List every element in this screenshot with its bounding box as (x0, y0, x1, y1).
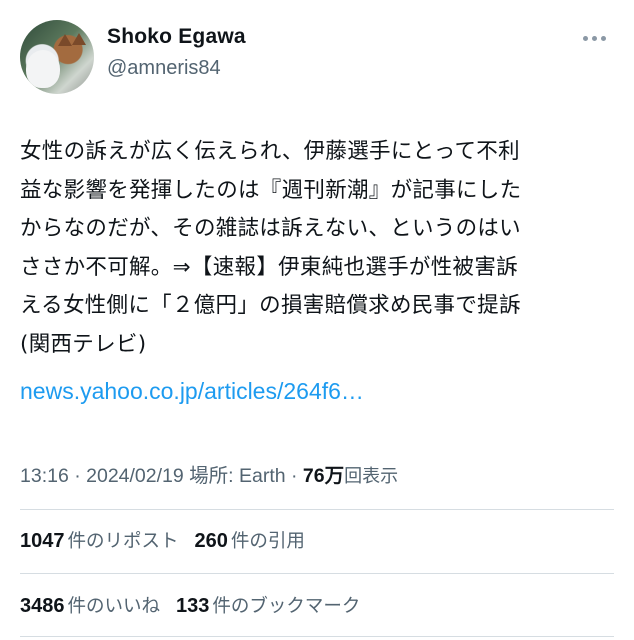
tweet-link[interactable]: news.yahoo.co.jp/articles/264f6… (20, 378, 364, 405)
avatar-cat-ear (58, 34, 72, 46)
bookmarks-count: 133 (176, 595, 210, 617)
reposts-label: 件のリポスト (67, 531, 179, 552)
more-options-icon[interactable] (579, 32, 610, 45)
reposts-stat[interactable]: 1047 件のリポスト (20, 530, 179, 552)
views-count: 76万 (302, 465, 345, 487)
views-label: 回表示 (344, 466, 399, 487)
quotes-label: 件の引用 (230, 531, 305, 552)
divider (20, 509, 614, 510)
quotes-count: 260 (194, 530, 228, 552)
stats-row-likes: 3486 件のいいね 133 件のブックマーク (20, 592, 376, 618)
avatar-white-cat (26, 50, 60, 88)
likes-stat[interactable]: 3486 件のいいね (20, 595, 160, 617)
stats-row-reposts: 1047 件のリポスト 260 件の引用 (20, 527, 321, 553)
quotes-stat[interactable]: 260 件の引用 (195, 530, 305, 552)
likes-label: 件のいいね (67, 596, 161, 617)
avatar-cat-ear (72, 33, 86, 45)
divider (20, 636, 614, 637)
dot (601, 36, 606, 41)
avatar[interactable] (20, 20, 94, 94)
author-name[interactable]: Shoko Egawa (107, 25, 246, 49)
divider (20, 573, 614, 574)
tweet-header: Shoko Egawa @amneris84 (20, 20, 614, 94)
bookmarks-stat[interactable]: 133 件のブックマーク (176, 595, 360, 617)
dot (583, 36, 588, 41)
dot (592, 36, 597, 41)
reposts-count: 1047 (20, 530, 65, 552)
tweet-text: 女性の訴えが広く伝えられ、伊藤選手にとって不利 益な影響を発揮したのは『週刊新潮… (20, 139, 522, 357)
likes-count: 3486 (20, 595, 65, 617)
tweet-time-date-location[interactable]: 13:16 · 2024/02/19 場所: Earth · (20, 465, 303, 487)
tweet-meta: 13:16 · 2024/02/19 場所: Earth · 76万回表示 (20, 459, 398, 488)
author-handle[interactable]: @amneris84 (107, 57, 221, 80)
bookmarks-label: 件のブックマーク (212, 596, 361, 617)
